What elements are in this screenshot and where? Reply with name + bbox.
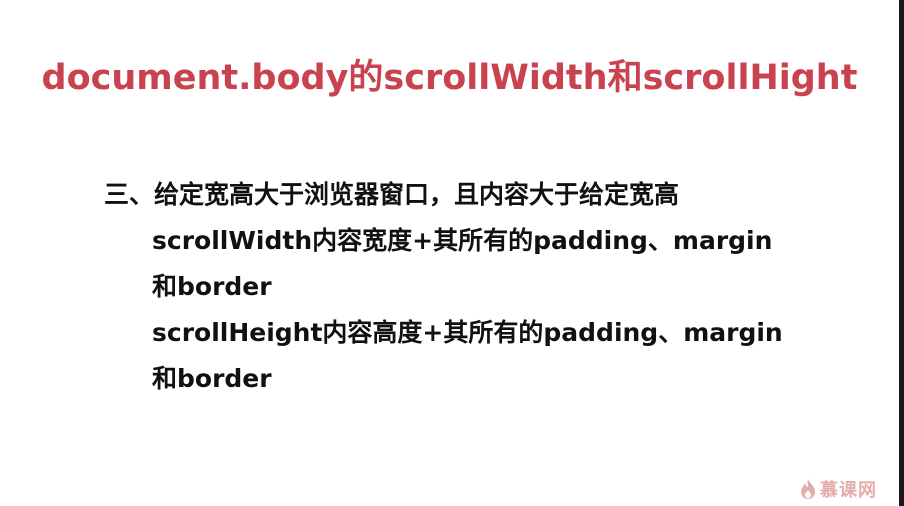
flame-icon [801,479,815,499]
scroll-width-line: scrollWidth内容宽度+其所有的padding、margin [152,226,773,255]
scroll-height-line: scrollHeight内容高度+其所有的padding、margin [152,318,783,347]
window-edge [899,0,904,506]
slide-body: 三、给定宽高大于浏览器窗口，且内容大于给定宽高 scrollWidth内容宽度+… [104,172,783,402]
watermark: 慕课网 [800,474,877,504]
scroll-width-line-cont: 和border [152,272,272,301]
watermark-text: 慕课网 [820,480,877,501]
point-heading: 三、给定宽高大于浏览器窗口，且内容大于给定宽高 [104,180,680,209]
scroll-height-line-cont: 和border [152,364,272,393]
slide: document.body的scrollWidth和scrollHight 三、… [0,0,899,506]
slide-title: document.body的scrollWidth和scrollHight [41,58,858,98]
